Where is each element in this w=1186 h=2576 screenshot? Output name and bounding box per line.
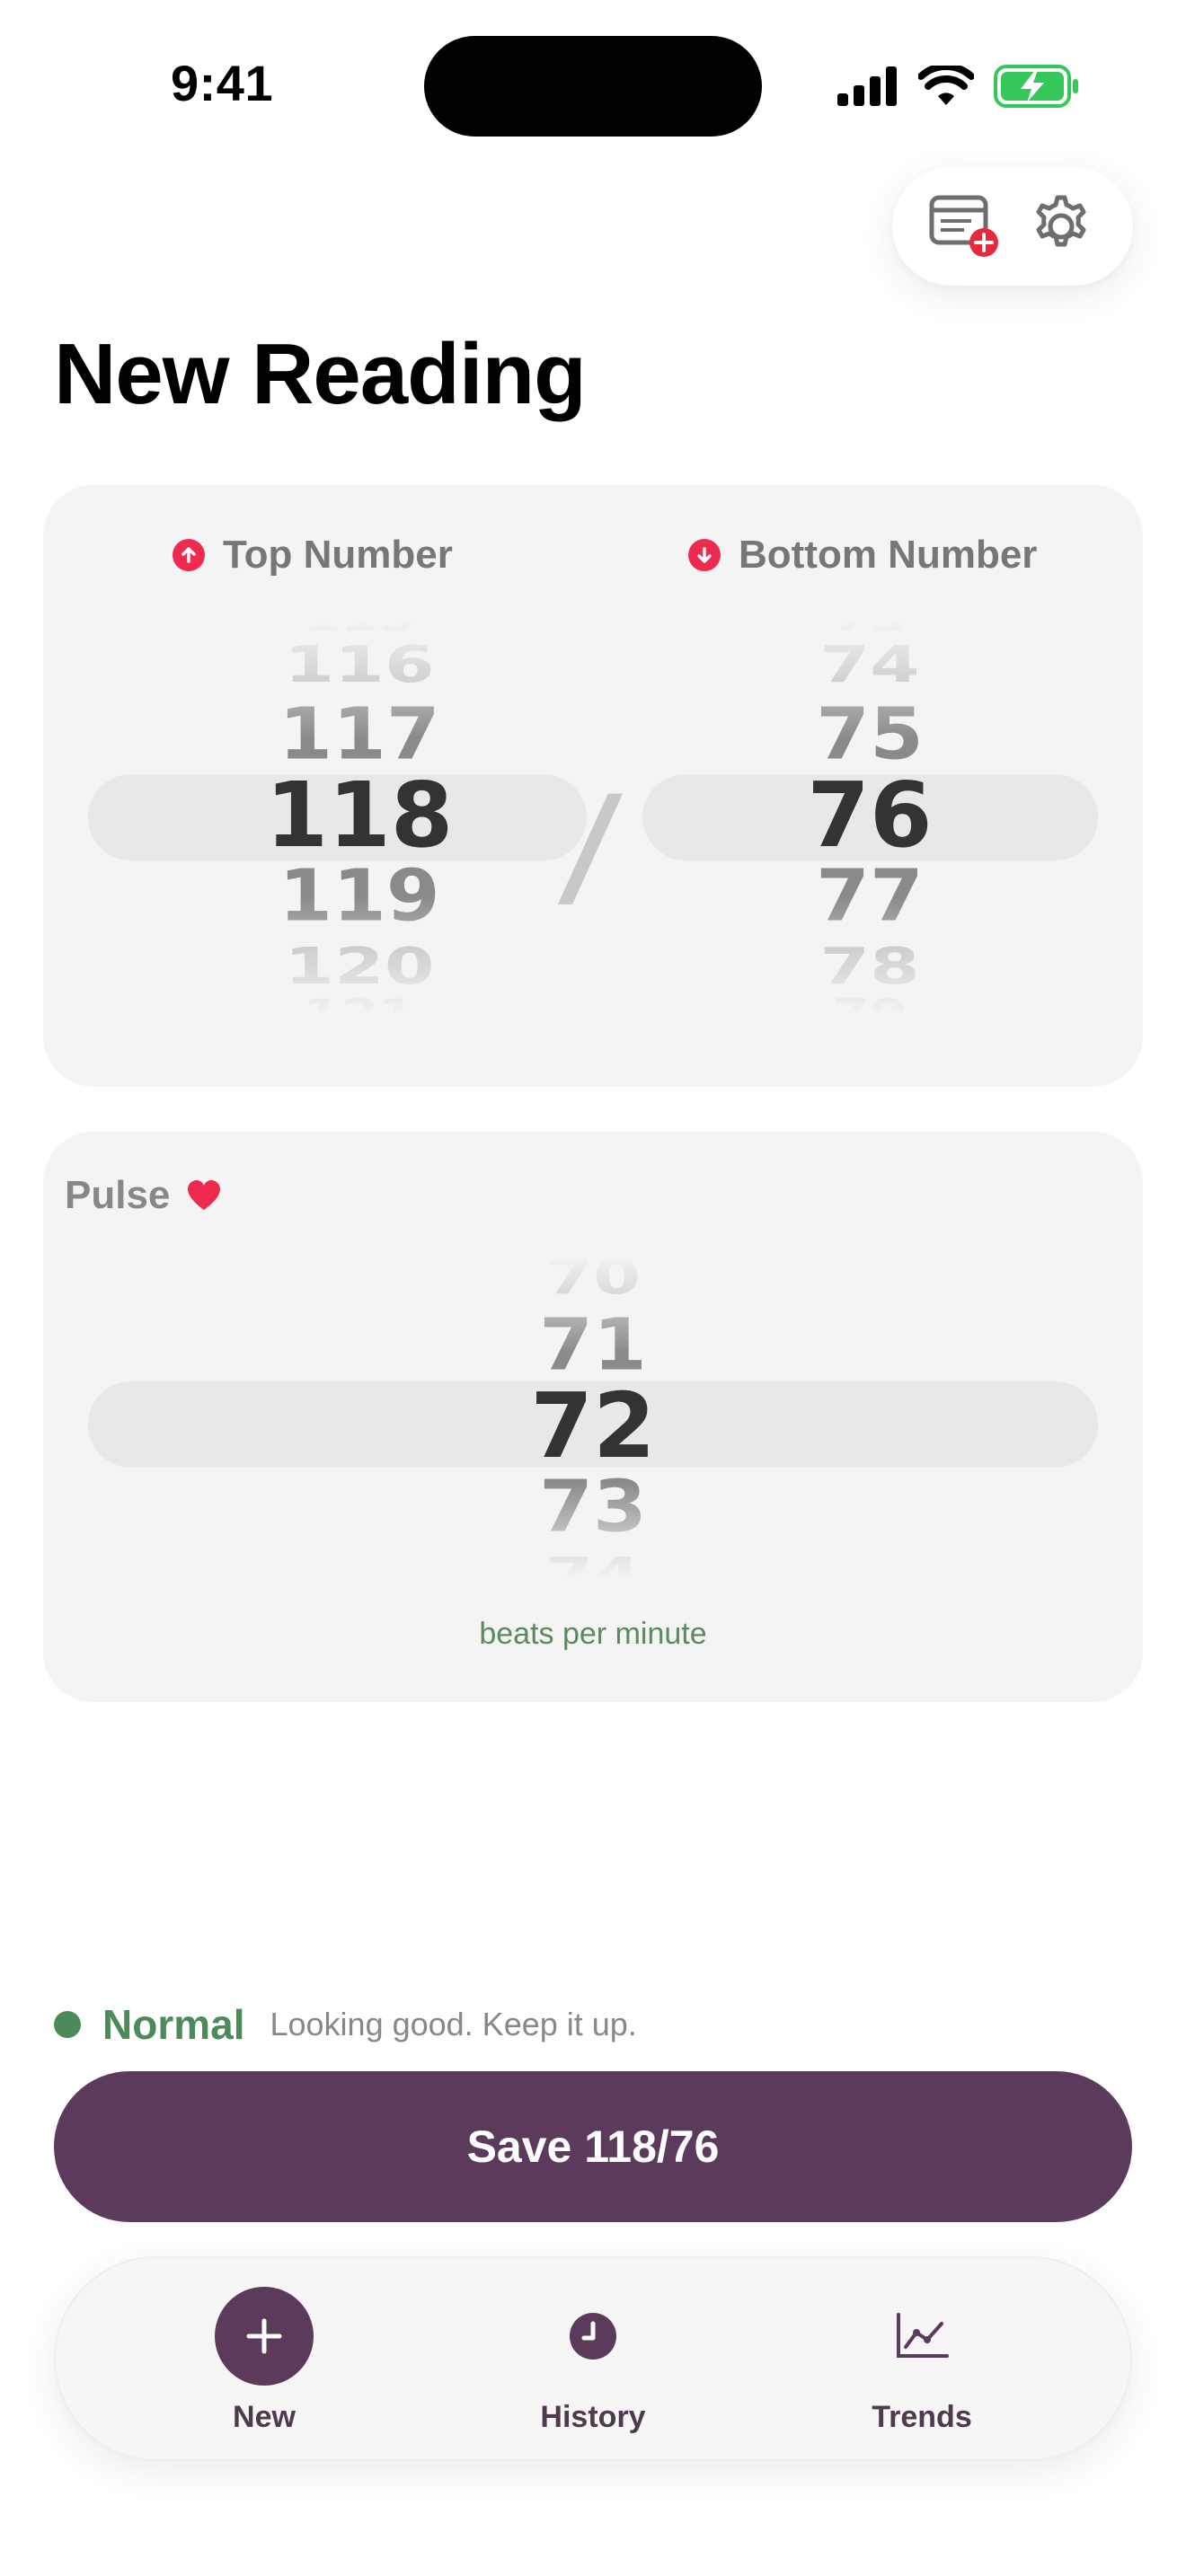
- tab-trends[interactable]: Trends: [787, 2256, 1057, 2461]
- picker-value[interactable]: 120: [180, 941, 539, 992]
- battery-icon: [994, 65, 1078, 108]
- bottom-number-header: Bottom Number: [688, 528, 1037, 582]
- pulse-picker[interactable]: 70 71 72 73 74: [413, 1256, 773, 1579]
- tab-new[interactable]: New: [129, 2256, 399, 2461]
- arrow-up-icon: [173, 539, 205, 571]
- bottom-number-label: Bottom Number: [739, 533, 1038, 577]
- arrow-down-icon: [688, 539, 721, 571]
- page-title: New Reading: [54, 326, 587, 422]
- picker-value[interactable]: 117: [180, 699, 539, 770]
- signal-icon: [837, 66, 897, 106]
- picker-value[interactable]: 74: [413, 1551, 773, 1579]
- status-time: 9:41: [171, 55, 274, 111]
- heart-icon: [188, 1180, 221, 1210]
- tab-history-label: History: [540, 2400, 646, 2434]
- toolbar-pill: [892, 167, 1133, 286]
- picker-value[interactable]: 75: [690, 699, 1049, 770]
- picker-selected-value[interactable]: 118: [180, 771, 539, 860]
- picker-value[interactable]: 77: [690, 860, 1049, 931]
- status-name: Normal: [102, 2001, 245, 2048]
- dynamic-island: [424, 36, 762, 137]
- bottom-number-picker[interactable]: 73747576777879: [690, 620, 1049, 1015]
- wifi-icon: [918, 66, 974, 105]
- clock-icon: [544, 2287, 642, 2386]
- tab-history[interactable]: History: [458, 2256, 728, 2461]
- status-dot-icon: [54, 2011, 81, 2038]
- tab-trends-label: Trends: [872, 2400, 972, 2434]
- settings-button[interactable]: [1021, 186, 1102, 267]
- picker-selected-value[interactable]: 76: [690, 771, 1049, 860]
- line-chart-icon: [872, 2287, 971, 2386]
- tab-new-label: New: [233, 2400, 296, 2434]
- picker-value[interactable]: 73: [413, 1471, 773, 1542]
- picker-value[interactable]: 116: [180, 640, 539, 690]
- status-icons: [837, 63, 1080, 110]
- top-number-picker[interactable]: 115116117118119120121: [180, 620, 539, 1015]
- pulse-card: Pulse 70 71 72 73 74 beats per minute: [43, 1132, 1143, 1702]
- pulse-header: Pulse: [65, 1173, 222, 1218]
- screen: 9:41 New Reading Top Number Bottom Numbe…: [0, 0, 1186, 2576]
- add-reading-list-button[interactable]: [924, 186, 1005, 267]
- pulse-label: Pulse: [65, 1173, 171, 1217]
- picker-value[interactable]: 78: [690, 941, 1049, 992]
- picker-value[interactable]: 119: [180, 860, 539, 931]
- gear-icon: [1036, 195, 1086, 247]
- plus-icon: [215, 2287, 314, 2386]
- picker-value[interactable]: 79: [690, 994, 1049, 1015]
- top-number-header: Top Number: [173, 528, 453, 582]
- picker-selected-value[interactable]: 72: [413, 1381, 773, 1471]
- list-add-icon: [929, 195, 998, 257]
- pulse-unit: beats per minute: [479, 1617, 707, 1651]
- tab-bar: New History Trends: [54, 2256, 1132, 2461]
- picker-value[interactable]: 74: [690, 640, 1049, 690]
- status-message: Looking good. Keep it up.: [270, 2006, 637, 2042]
- category-status: Normal Looking good. Keep it up.: [54, 1999, 637, 2050]
- picker-value[interactable]: 121: [180, 994, 539, 1015]
- top-number-label: Top Number: [223, 533, 453, 577]
- picker-value[interactable]: 70: [413, 1256, 773, 1301]
- save-button[interactable]: Save 118/76: [54, 2071, 1132, 2222]
- blood-pressure-card: Top Number Bottom Number 115116117118119…: [43, 485, 1143, 1087]
- picker-value[interactable]: 71: [413, 1310, 773, 1381]
